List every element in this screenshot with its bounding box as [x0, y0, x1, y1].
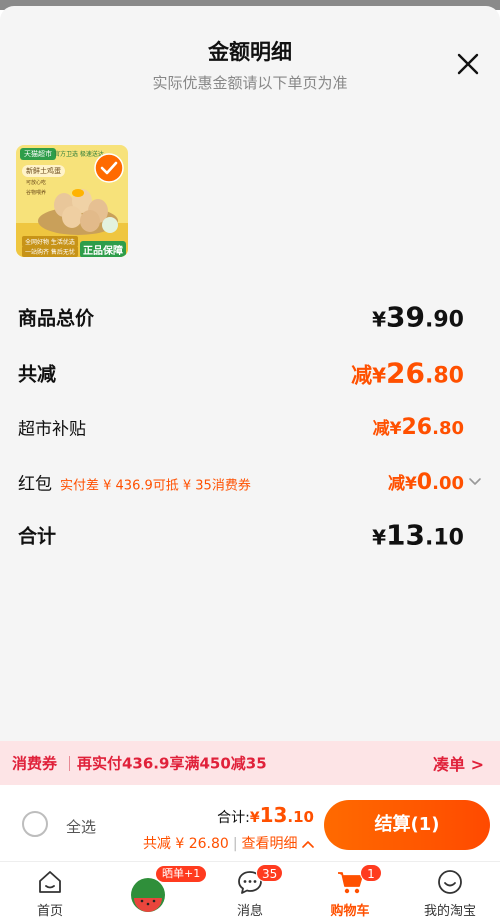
product-thumbnail[interactable]: 天猫超市 官方卫选 极速送达 新鲜土鸡蛋 可放心吃 谷物喂养 全网好物 生活优选…	[16, 145, 128, 257]
product-name: 新鲜土鸡蛋	[22, 165, 65, 177]
discount-divider: |	[232, 836, 238, 852]
coupon-divider	[69, 756, 70, 771]
store-tag: 天猫超市	[20, 148, 56, 160]
tab-home-label: 首页	[36, 904, 63, 919]
product-badge: 一站购齐 售后无忧	[22, 246, 78, 257]
select-all-label[interactable]: 全选	[66, 816, 96, 837]
sheet-title: 金额明细	[208, 40, 292, 64]
total-reduce-label: 共减	[18, 363, 57, 386]
tab-messages[interactable]: 35 消息	[200, 862, 300, 921]
row-sum: 合计 ¥13.10	[18, 518, 482, 552]
checkout-bar: 全选 合计:¥13.10 共减 ¥ 26.80 | 查看明细 结算(1)	[0, 785, 500, 861]
row-total-price: 商品总价 ¥39.90	[18, 300, 482, 334]
tab-home[interactable]: 首页	[0, 862, 100, 921]
subsidy-label: 超市补贴	[18, 419, 86, 440]
messages-badge: 35	[256, 864, 284, 882]
product-bullet: 可放心吃	[26, 180, 47, 186]
row-total-reduce: 共减 减¥26.80	[18, 356, 482, 390]
coupon-label: 消费券	[12, 754, 58, 773]
tab-my-taobao-label: 我的淘宝	[423, 904, 476, 919]
checkout-total-label: 合计:	[217, 810, 250, 826]
add-items-link[interactable]: 凑单 >	[433, 751, 484, 775]
product-bullet: 谷物喂养	[26, 190, 47, 196]
subsidy-value: 减¥26.80	[372, 415, 464, 440]
tab-share[interactable]: 晒单+1	[100, 862, 207, 921]
sheet-subtitle: 实际优惠金额请以下单页为准	[152, 74, 348, 92]
checkout-button[interactable]: 结算(1)	[324, 800, 490, 850]
red-packet-value: 减¥0.00	[387, 470, 464, 495]
total-price-label: 商品总价	[18, 307, 95, 330]
chevron-up-icon[interactable]	[302, 839, 314, 849]
coupon-bar[interactable]: 消费券 再实付436.9享满450减35 凑单 >	[0, 741, 500, 785]
select-all-radio[interactable]	[22, 811, 48, 837]
view-detail-link[interactable]: 查看明细	[242, 836, 298, 852]
total-price-value: ¥39.90	[372, 300, 464, 334]
selected-check-icon	[94, 153, 124, 183]
sum-label: 合计	[18, 525, 57, 548]
close-icon[interactable]	[454, 50, 482, 78]
tab-messages-label: 消息	[236, 904, 263, 919]
tab-cart-label: 购物车	[330, 904, 370, 919]
sum-value: ¥13.10	[372, 518, 464, 552]
tab-cart[interactable]: 1 购物车	[300, 862, 400, 921]
coupon-text: 再实付436.9享满450减35	[77, 754, 267, 773]
checkout-discount: 共减 ¥ 26.80 | 查看明细	[143, 833, 314, 853]
share-pill-badge: 晒单+1	[156, 866, 207, 882]
tab-my-taobao[interactable]: 我的淘宝	[400, 862, 500, 921]
total-reduce-value: 减¥26.80	[351, 356, 464, 390]
chevron-down-icon[interactable]	[468, 475, 482, 489]
red-packet-label-group: 红包 实付差 ¥ 436.9可抵 ¥ 35消费券	[18, 470, 251, 495]
cart-badge: 1	[360, 864, 382, 882]
row-red-packet[interactable]: 红包 实付差 ¥ 436.9可抵 ¥ 35消费券 减¥0.00	[18, 465, 482, 499]
home-icon	[39, 871, 61, 893]
row-supermarket-subsidy: 超市补贴 减¥26.80	[18, 410, 482, 444]
profile-icon	[438, 870, 462, 894]
discount-amount: 共减 ¥ 26.80	[142, 836, 229, 852]
red-packet-note: 实付差 ¥ 436.9可抵 ¥ 35消费券	[60, 478, 251, 494]
bottom-tab-bar: 首页 晒单+1 35 消息 1 购物车 我的淘宝	[0, 861, 500, 921]
red-packet-label: 红包	[18, 474, 52, 495]
checkout-total: 合计:¥13.10	[217, 803, 314, 827]
guarantee-badge: 正品保障	[80, 241, 126, 257]
